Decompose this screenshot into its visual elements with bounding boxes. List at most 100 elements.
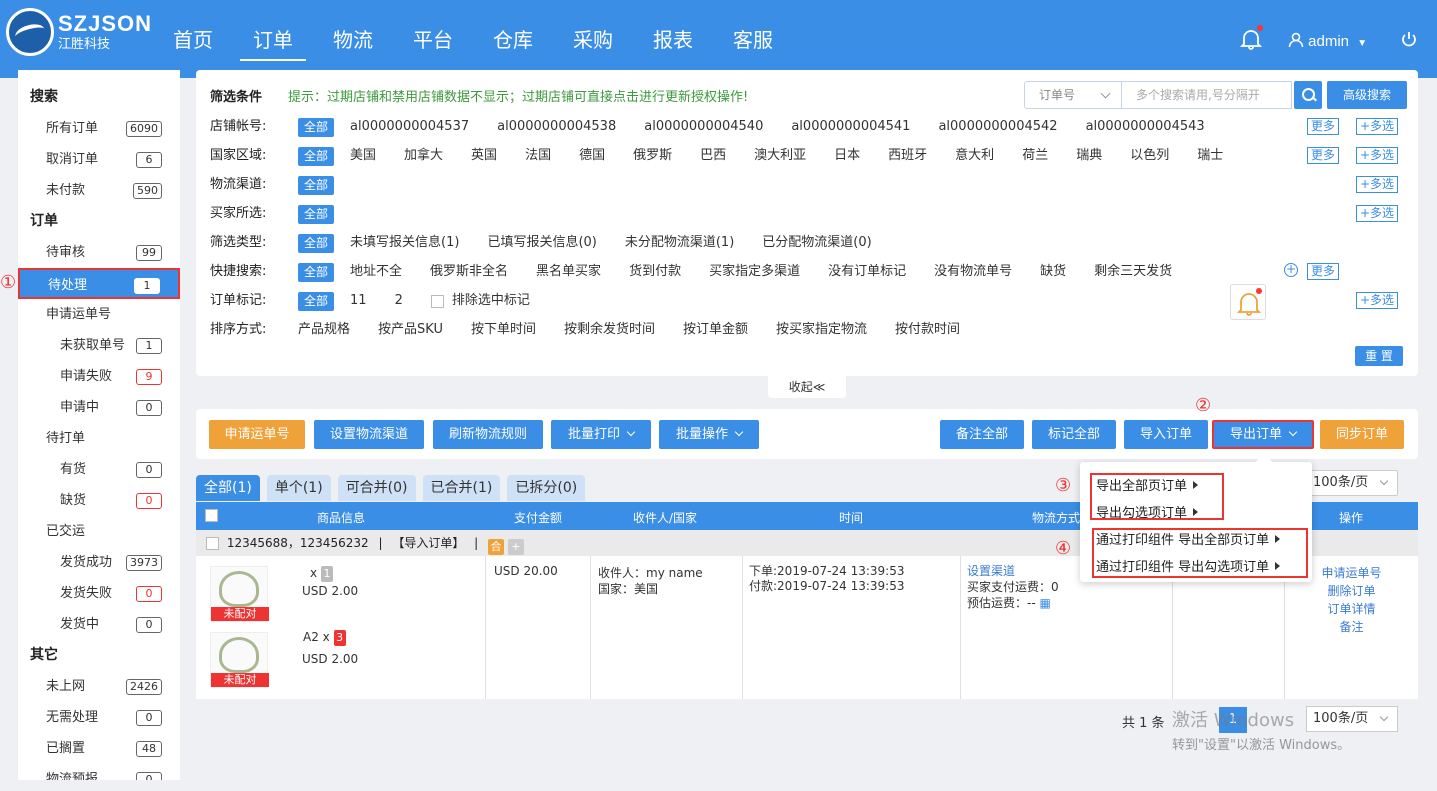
filter-option[interactable]: 瑞典 <box>1076 145 1102 167</box>
filter-option[interactable]: 剩余三天发货 <box>1094 261 1172 283</box>
sort-option[interactable]: 按产品SKU <box>378 319 443 341</box>
sort-option[interactable]: 按剩余发货时间 <box>564 319 655 341</box>
more-button[interactable]: 更多 <box>1307 263 1340 280</box>
filter-all-button[interactable]: 全部 <box>298 146 335 166</box>
sidebar-item-pending-review[interactable]: 待审核 99 <box>18 237 180 268</box>
nav-purchase[interactable]: 采购 <box>560 24 626 61</box>
filter-option[interactable]: 没有订单标记 <box>828 261 906 283</box>
advanced-search-button[interactable]: 高级搜索 <box>1327 81 1407 109</box>
filter-option[interactable]: al0000000004541 <box>791 116 910 138</box>
sidebar-item-no-action[interactable]: 无需处理 0 <box>18 702 180 733</box>
sidebar-item-apply-failed[interactable]: 申请失败 9 <box>18 361 180 392</box>
sidebar-item-on-hold[interactable]: 已搁置 48 <box>18 733 180 764</box>
filter-option[interactable]: 11 <box>350 290 367 312</box>
per-page-select-bottom[interactable]: 100条/页 <box>1306 706 1398 732</box>
filter-option[interactable]: al0000000004542 <box>938 116 1057 138</box>
sort-option[interactable]: 产品规格 <box>298 319 350 341</box>
filter-option[interactable]: 没有物流单号 <box>934 261 1012 283</box>
filter-option[interactable]: 俄罗斯 <box>633 145 672 167</box>
filter-all-button[interactable]: 全部 <box>298 233 335 253</box>
menu-item-export-selected[interactable]: 导出勾选项订单 <box>1096 502 1199 521</box>
tab-all[interactable]: 全部(1) <box>196 475 260 501</box>
filter-option[interactable]: al0000000004537 <box>350 116 469 138</box>
order-detail-link[interactable]: 订单详情 <box>1285 600 1418 617</box>
filter-all-button[interactable]: 全部 <box>298 117 335 137</box>
filter-option[interactable]: 买家指定多渠道 <box>709 261 800 283</box>
tab-merged[interactable]: 已合并(1) <box>422 475 501 501</box>
sidebar-item-shipped[interactable]: 已交运 <box>18 516 180 547</box>
filter-option[interactable]: 已分配物流渠道(0) <box>762 232 871 254</box>
sidebar-item-in-stock[interactable]: 有货 0 <box>18 454 180 485</box>
filter-option[interactable]: al0000000004543 <box>1086 116 1205 138</box>
filter-all-button[interactable]: 全部 <box>298 204 335 224</box>
filter-option[interactable]: 货到付款 <box>629 261 681 283</box>
nav-home[interactable]: 首页 <box>160 24 226 61</box>
filter-option[interactable]: 西班牙 <box>888 145 927 167</box>
sidebar-item-apply-tracking[interactable]: 申请运单号 <box>18 299 180 330</box>
filter-option[interactable]: al0000000004540 <box>644 116 763 138</box>
user-menu[interactable]: admin ▼ <box>1288 32 1367 50</box>
multi-select-button[interactable]: +多选 <box>1356 176 1399 193</box>
filter-all-button[interactable]: 全部 <box>298 291 335 311</box>
sidebar-item-unpaid[interactable]: 未付款 590 <box>18 175 180 206</box>
nav-service[interactable]: 客服 <box>720 24 786 61</box>
filter-option[interactable]: 地址不全 <box>350 261 402 283</box>
add-icon[interactable]: + <box>1284 263 1298 277</box>
nav-warehouse[interactable]: 仓库 <box>480 24 546 61</box>
sidebar-item-ship-success[interactable]: 发货成功 3973 <box>18 547 180 578</box>
search-icon[interactable] <box>1294 81 1322 109</box>
note-all-button[interactable]: 备注全部 <box>940 420 1024 449</box>
tab-single[interactable]: 单个(1) <box>266 475 331 501</box>
search-field-select[interactable]: 订单号 <box>1024 81 1122 109</box>
multi-select-button[interactable]: +多选 <box>1356 118 1399 135</box>
filter-option[interactable]: 英国 <box>471 145 497 167</box>
multi-select-button[interactable]: +多选 <box>1356 205 1399 222</box>
import-orders-button[interactable]: 导入订单 <box>1124 420 1208 449</box>
apply-tracking-button[interactable]: 申请运单号 <box>209 420 305 449</box>
multi-select-button[interactable]: +多选 <box>1356 147 1399 164</box>
sidebar-item-to-print[interactable]: 待打单 <box>18 423 180 454</box>
filter-option[interactable]: 美国 <box>350 145 376 167</box>
sort-option[interactable]: 按买家指定物流 <box>776 319 867 341</box>
search-input[interactable]: 多个搜索请用,号分隔开 <box>1122 81 1292 109</box>
notification-bell-icon[interactable] <box>1230 284 1266 320</box>
filter-option[interactable]: 俄罗斯非全名 <box>430 261 508 283</box>
more-button[interactable]: 更多 <box>1307 118 1340 135</box>
menu-item-print-export-all[interactable]: 通过打印组件 导出全部页订单 <box>1096 529 1281 548</box>
nav-logistics[interactable]: 物流 <box>320 24 386 61</box>
filter-option[interactable]: 德国 <box>579 145 605 167</box>
merge-badge[interactable]: 合 <box>488 539 505 555</box>
filter-option[interactable]: 荷兰 <box>1022 145 1048 167</box>
filter-option[interactable]: 黑名单买家 <box>536 261 601 283</box>
delete-order-link[interactable]: 删除订单 <box>1285 582 1418 599</box>
filter-option[interactable]: 意大利 <box>955 145 994 167</box>
set-channel-link[interactable]: 设置渠道 <box>967 562 1015 579</box>
filter-option[interactable]: 加拿大 <box>404 145 443 167</box>
select-all-checkbox[interactable] <box>205 509 218 522</box>
note-link[interactable]: 备注 <box>1285 618 1418 635</box>
per-page-select[interactable]: 100条/页 <box>1306 470 1398 496</box>
filter-option[interactable]: 澳大利亚 <box>754 145 806 167</box>
sidebar-item-not-online[interactable]: 未上网 2426 <box>18 671 180 702</box>
filter-all-button[interactable]: 全部 <box>298 175 335 195</box>
export-orders-button[interactable]: 导出订单 <box>1212 420 1314 449</box>
filter-option[interactable]: 已填写报关信息(0) <box>487 232 596 254</box>
sidebar-item-ship-failed[interactable]: 发货失败 0 <box>18 578 180 609</box>
refresh-rules-button[interactable]: 刷新物流规则 <box>433 420 543 449</box>
power-icon[interactable] <box>1400 30 1418 48</box>
plus-icon[interactable]: + <box>507 539 524 555</box>
filter-option[interactable]: 以色列 <box>1130 145 1169 167</box>
tab-mergeable[interactable]: 可合并(0) <box>337 475 416 501</box>
sidebar-item-to-process[interactable]: 待处理 1 <box>18 268 180 299</box>
filter-option[interactable]: 日本 <box>834 145 860 167</box>
sidebar-item-no-tracking[interactable]: 未获取单号 1 <box>18 330 180 361</box>
sync-orders-button[interactable]: 同步订单 <box>1320 420 1404 449</box>
multi-select-button[interactable]: +多选 <box>1356 292 1399 309</box>
menu-item-print-export-selected[interactable]: 通过打印组件 导出勾选项订单 <box>1096 556 1281 575</box>
nav-reports[interactable]: 报表 <box>640 24 706 61</box>
reset-button[interactable]: 重 置 <box>1355 346 1403 366</box>
batch-ops-button[interactable]: 批量操作 <box>659 420 759 449</box>
mark-all-button[interactable]: 标记全部 <box>1032 420 1116 449</box>
nav-orders[interactable]: 订单 <box>240 24 306 61</box>
filter-option[interactable]: 未填写报关信息(1) <box>350 232 459 254</box>
